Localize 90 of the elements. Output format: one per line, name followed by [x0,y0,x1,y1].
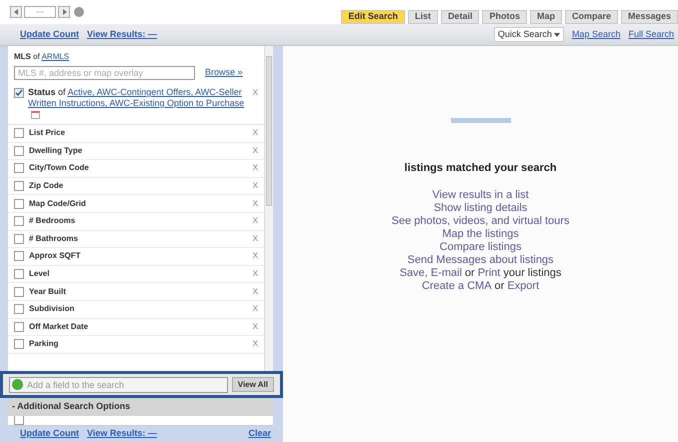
results-link[interactable]: Save, E-mail [400,266,462,280]
field-label: Map Code/Grid [29,198,87,210]
remove-button[interactable]: X [252,250,258,262]
additional-options-header[interactable]: - Additional Search Options [8,398,273,416]
checkbox[interactable] [14,286,24,297]
results-link[interactable]: See photos, videos, and virtual tours [392,214,570,228]
view-all-button[interactable]: View All [232,377,274,392]
remove-button[interactable]: X [252,144,258,157]
next-button[interactable] [58,6,70,18]
checkbox[interactable] [14,146,24,156]
checkbox[interactable] [14,322,24,332]
scrollbar[interactable] [264,46,273,371]
previous-button[interactable] [10,6,22,18]
results-link[interactable]: Print [478,266,500,280]
checkbox[interactable] [14,269,24,280]
tab[interactable]: Photos [482,10,527,24]
results-heading: listings matched your search [404,161,557,176]
remove-button[interactable]: X [252,303,258,316]
results-link[interactable]: Create a CMA [422,280,492,292]
field-label: Dwelling Type [29,144,84,157]
results-link[interactable]: Show listing details [434,202,528,214]
checkmark-icon [15,89,23,97]
map-search-link[interactable]: Map Search [572,28,620,42]
remove-button[interactable]: X [252,320,258,333]
tab[interactable]: Detail [440,10,480,24]
results-link[interactable]: Send Messages about listings [407,254,554,266]
quick-search-dropdown[interactable]: Quick Search [494,26,564,42]
field-label: List Price [29,127,66,140]
view-results-link[interactable]: View Results: — [87,28,157,42]
checkbox[interactable] [14,339,24,350]
checkbox[interactable] [14,216,24,226]
remove-button[interactable]: X [252,268,258,280]
field-label: Level [29,268,50,280]
checkbox[interactable] [14,198,24,209]
page-field[interactable]: — [24,6,56,18]
update-count-link[interactable]: Update Count [20,427,79,441]
full-search-link[interactable]: Full Search [628,28,674,42]
remove-button[interactable]: X [252,286,258,298]
checkbox[interactable] [14,128,24,138]
field-label: Zip Code [29,180,64,192]
checkbox[interactable] [14,88,24,98]
browse-link[interactable]: Browse » [205,66,243,80]
field-label: Year Built [29,286,67,298]
left-arrow-icon [14,9,18,15]
checkbox[interactable] [14,181,24,192]
tab[interactable]: List [408,10,438,24]
armls-link[interactable]: ARMLS [42,52,70,61]
results-link[interactable]: Map the listings [442,228,519,240]
mls-search-field[interactable]: MLS #, address or map overlay [14,66,195,80]
tab[interactable]: Edit Search [341,10,405,24]
remove-button[interactable]: X [252,87,258,120]
results-link[interactable]: Export [507,280,540,292]
results-text: or [464,266,475,280]
field-label: Off Market Date [29,320,90,333]
remove-button[interactable]: X [252,162,258,174]
field-label: Parking [29,338,60,350]
checkbox[interactable] [14,251,24,262]
view-results-link[interactable]: View Results: — [87,427,157,441]
right-arrow-icon [62,9,66,15]
remove-button[interactable]: X [252,198,258,210]
remove-button[interactable]: X [252,338,258,350]
checkbox[interactable] [14,304,24,314]
mls-label: MLS [14,52,32,61]
field-label: Approx SQFT [29,250,82,262]
remove-button[interactable]: X [252,127,258,140]
field-label: Subdivision [29,303,76,316]
status-criteria-text: Status of Active, AWC-Contingent Offers, AWC-Seller Written Instructions, AWC-Existing Option to Purchase [28,87,249,120]
tab[interactable]: Compare [564,10,618,24]
checkbox[interactable] [14,234,24,244]
remove-button[interactable]: X [252,232,258,245]
tab[interactable]: Messages [620,10,678,24]
results-text: or [494,280,504,292]
checkbox[interactable] [14,416,24,425]
results-link[interactable]: Compare listings [440,240,522,254]
results-link[interactable]: View results in a list [432,188,529,202]
add-field-input[interactable]: Add a field to the search [9,376,228,392]
loading-bar [450,118,510,123]
field-label: # Bathrooms [29,232,79,245]
update-count-link[interactable]: Update Count [20,28,79,42]
mls-of-text: of [33,52,41,61]
field-label: City/Town Code [29,162,90,174]
remove-button[interactable]: X [252,180,258,192]
clear-link[interactable]: Clear [248,427,271,441]
checkbox[interactable] [14,163,24,174]
results-text: your listings [503,266,562,280]
caret-icon [554,32,560,36]
calendar-icon[interactable] [31,110,40,119]
tab[interactable]: Map [530,10,562,24]
field-label: # Bedrooms [29,215,76,228]
remove-button[interactable]: X [252,215,258,228]
